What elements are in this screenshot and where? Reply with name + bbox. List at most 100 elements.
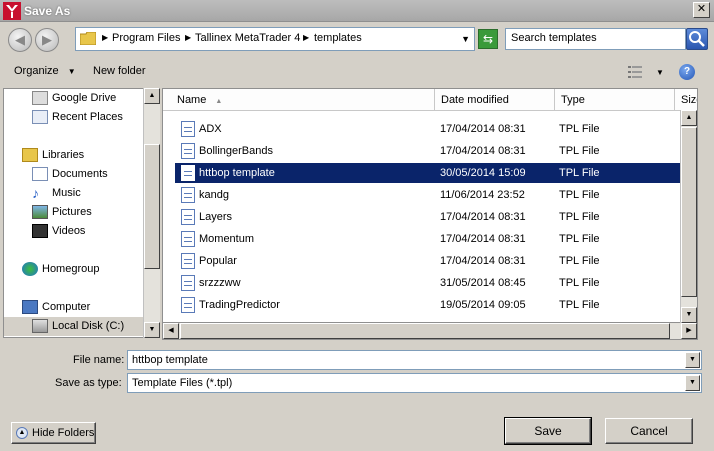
chevron-down-icon[interactable]: ▼ <box>685 352 700 368</box>
table-row[interactable]: Popular 17/04/2014 08:31 TPL File <box>175 251 695 271</box>
file-name: srzzzww <box>199 277 241 289</box>
nav-item-computer[interactable]: Computer <box>22 298 90 317</box>
sort-ascending-icon: ▲ <box>215 98 223 105</box>
table-row[interactable]: BollingerBands 17/04/2014 08:31 TPL File <box>175 141 695 161</box>
file-name: httbop template <box>199 167 275 179</box>
close-button[interactable]: ✕ <box>693 2 710 18</box>
list-scroll-thumb[interactable] <box>681 127 697 297</box>
file-name: Momentum <box>199 233 255 245</box>
savetype-select[interactable]: Template Files (*.tpl) ▼ <box>127 373 702 393</box>
search-button[interactable] <box>686 28 708 50</box>
nav-item-pictures[interactable]: Pictures <box>32 203 92 222</box>
tpl-file-icon <box>181 297 195 313</box>
tpl-file-icon <box>181 187 195 203</box>
crumb-arrow-icon[interactable]: ▶ <box>102 33 108 42</box>
refresh-icon: ⇆ <box>482 32 494 46</box>
address-bar[interactable]: ▶ Program Files ▶ Tallinex MetaTrader 4 … <box>75 27 475 51</box>
organize-label: Organize <box>14 65 59 77</box>
scroll-up-icon[interactable]: ▲ <box>144 88 160 104</box>
file-date: 17/04/2014 08:31 <box>440 255 526 267</box>
tpl-file-icon <box>181 209 195 225</box>
list-scrollbar[interactable]: ▲ ▼ <box>680 110 697 323</box>
scroll-right-icon[interactable]: ▶ <box>681 323 697 339</box>
file-date: 17/04/2014 08:31 <box>440 233 526 245</box>
nav-item-homegroup[interactable]: Homegroup <box>22 260 99 279</box>
file-date: 11/06/2014 23:52 <box>440 189 525 201</box>
nav-item-local-disk[interactable]: Local Disk (C:) <box>4 317 143 336</box>
help-icon[interactable]: ? <box>679 64 695 80</box>
file-name: TradingPredictor <box>199 299 280 311</box>
nav-item-libraries[interactable]: Libraries <box>22 146 84 165</box>
table-row[interactable]: Momentum 17/04/2014 08:31 TPL File <box>175 229 695 249</box>
file-type: TPL File <box>559 189 600 201</box>
scroll-left-icon[interactable]: ◀ <box>163 323 179 339</box>
nav-scrollbar[interactable]: ▲ ▼ <box>143 88 160 338</box>
nav-item-recent-places[interactable]: Recent Places <box>32 108 123 127</box>
documents-icon <box>32 167 48 182</box>
crumb-tallinex[interactable]: Tallinex MetaTrader 4 <box>195 32 300 44</box>
file-name: kandg <box>199 189 229 201</box>
save-button[interactable]: Save <box>504 417 592 445</box>
organize-menu[interactable]: Organize ▼ <box>14 65 76 77</box>
forward-arrow-icon: ▶ <box>42 32 52 47</box>
scroll-down-icon[interactable]: ▼ <box>681 307 697 323</box>
table-row[interactable]: TradingPredictor 19/05/2014 09:05 TPL File <box>175 295 695 315</box>
file-date: 17/04/2014 08:31 <box>440 123 526 135</box>
window-title: Save As <box>24 4 71 18</box>
toolbar: Organize ▼ New folder ▼ ? <box>0 58 714 86</box>
chevron-up-icon: ▲ <box>16 427 28 439</box>
chevron-down-icon[interactable]: ▼ <box>685 375 700 391</box>
file-date: 17/04/2014 08:31 <box>440 211 526 223</box>
homegroup-icon <box>22 262 38 277</box>
tpl-file-icon <box>181 231 195 247</box>
file-type: TPL File <box>559 167 600 179</box>
scroll-down-icon[interactable]: ▼ <box>144 322 160 338</box>
crumb-arrow-icon[interactable]: ▶ <box>185 33 191 42</box>
file-type: TPL File <box>559 277 600 289</box>
file-date: 30/05/2014 15:09 <box>440 167 526 179</box>
table-row[interactable]: kandg 11/06/2014 23:52 TPL File <box>175 185 695 205</box>
file-date: 31/05/2014 08:45 <box>440 277 526 289</box>
savetype-label: Save as type: <box>55 377 122 389</box>
refresh-button[interactable]: ⇆ <box>478 29 498 49</box>
column-header-name[interactable]: Name ▲ <box>163 89 435 111</box>
crumb-arrow-icon[interactable]: ▶ <box>303 33 309 42</box>
pictures-icon <box>32 205 48 220</box>
table-row[interactable]: ADX 17/04/2014 08:31 TPL File <box>175 119 695 139</box>
table-row[interactable]: srzzzww 31/05/2014 08:45 TPL File <box>175 273 695 293</box>
filename-input[interactable]: httbop template ▼ <box>127 350 702 370</box>
back-button[interactable]: ◀ <box>8 28 32 52</box>
search-input[interactable]: Search templates <box>505 28 686 50</box>
column-header-date[interactable]: Date modified <box>435 89 555 111</box>
nav-scroll-thumb[interactable] <box>144 144 160 269</box>
forward-button[interactable]: ▶ <box>35 28 59 52</box>
table-row[interactable]: Layers 17/04/2014 08:31 TPL File <box>175 207 695 227</box>
nav-item-documents[interactable]: Documents <box>32 165 108 184</box>
new-folder-button[interactable]: New folder <box>93 65 146 77</box>
scroll-up-icon[interactable]: ▲ <box>681 110 697 126</box>
file-type: TPL File <box>559 255 600 267</box>
nav-item-google-drive[interactable]: Google Drive <box>32 89 116 108</box>
navigation-pane: Google Drive Recent Places Libraries Doc… <box>3 88 143 338</box>
nav-item-videos[interactable]: Videos <box>32 222 85 241</box>
column-header-size[interactable]: Size <box>675 89 697 111</box>
horizontal-scrollbar[interactable]: ◀ ▶ <box>162 323 698 340</box>
crumb-templates[interactable]: templates <box>314 32 362 44</box>
horizontal-scroll-thumb[interactable] <box>180 323 670 339</box>
libraries-icon <box>22 148 38 163</box>
folder-icon <box>80 32 96 45</box>
hide-folders-button[interactable]: ▲ Hide Folders <box>11 422 96 444</box>
view-options-icon[interactable] <box>628 66 642 78</box>
file-type: TPL File <box>559 123 600 135</box>
back-arrow-icon: ◀ <box>15 32 25 47</box>
view-dropdown-icon[interactable]: ▼ <box>656 68 664 77</box>
file-name: BollingerBands <box>199 145 273 157</box>
title-bar: Save As ✕ <box>0 0 714 22</box>
table-row[interactable]: httbop template 30/05/2014 15:09 TPL File <box>175 163 695 183</box>
crumb-program-files[interactable]: Program Files <box>112 32 180 44</box>
address-dropdown-icon[interactable]: ▼ <box>461 34 470 44</box>
file-date: 19/05/2014 09:05 <box>440 299 526 311</box>
column-header-type[interactable]: Type <box>555 89 675 111</box>
nav-item-music[interactable]: ♪ Music <box>32 184 81 203</box>
cancel-button[interactable]: Cancel <box>605 418 693 444</box>
